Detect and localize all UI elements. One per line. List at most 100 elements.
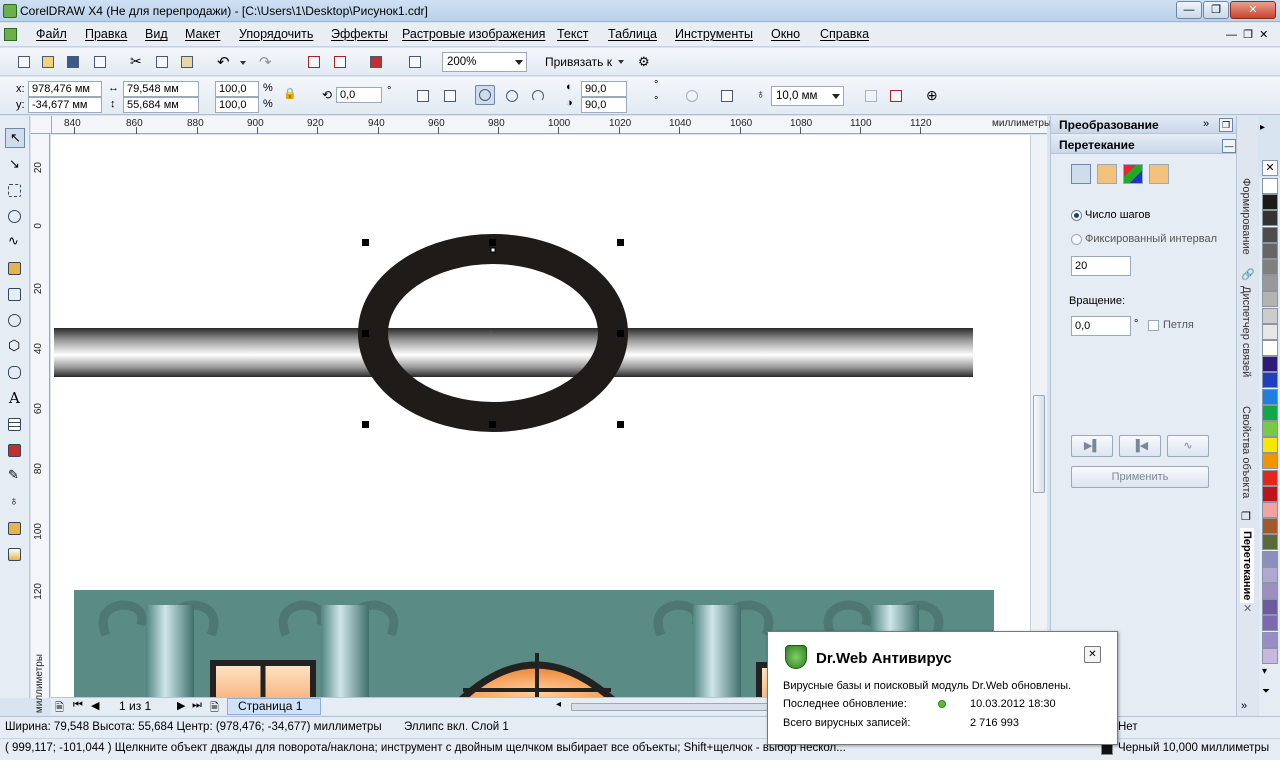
notification-close-button[interactable]: ✕	[1084, 646, 1101, 663]
menu-tools[interactable]: Инструменты	[675, 27, 753, 41]
next-page-icon[interactable]: ▶	[177, 699, 185, 712]
menu-edit[interactable]: Правка	[85, 27, 127, 41]
open-folder-icon[interactable]	[38, 52, 58, 72]
blend-start-button[interactable]: ▶▌	[1071, 435, 1113, 457]
cut-icon[interactable]: ✂	[125, 52, 145, 72]
hscroll-left-icon[interactable]: ◂	[556, 699, 561, 710]
color-swatch[interactable]	[1262, 210, 1278, 227]
gradient-pipe[interactable]	[54, 328, 973, 377]
color-swatch[interactable]	[1262, 178, 1278, 194]
menu-view[interactable]: Вид	[145, 27, 168, 41]
convert-to-curves-icon[interactable]: ⊕	[922, 86, 942, 106]
color-swatch[interactable]	[1262, 647, 1278, 664]
color-swatch[interactable]	[1262, 566, 1278, 583]
menu-window[interactable]: Окно	[771, 27, 800, 41]
crop-tool-icon[interactable]	[5, 181, 25, 201]
shape-tool-icon[interactable]: ↘	[5, 155, 25, 175]
polygon-tool-icon[interactable]: ⬡	[5, 337, 25, 357]
docker-minimize-icon[interactable]: —	[1222, 139, 1236, 153]
scale-x-field[interactable]: 100,0	[215, 81, 259, 97]
color-swatch[interactable]	[1262, 404, 1278, 421]
color-swatch[interactable]	[1262, 534, 1278, 551]
fill-tool-icon[interactable]	[5, 519, 25, 539]
lock-ratio-icon[interactable]: 🔒	[283, 87, 297, 100]
tab-object-properties[interactable]: Свойства объекта	[1240, 406, 1252, 498]
apply-button[interactable]: Применить	[1071, 466, 1209, 488]
color-swatch[interactable]	[1262, 453, 1278, 470]
color-swatch[interactable]	[1262, 518, 1278, 535]
start-angle-field[interactable]: 90,0	[581, 81, 627, 97]
steps-radio[interactable]	[1071, 210, 1082, 221]
close-button[interactable]: ✕	[1230, 1, 1276, 19]
color-swatch[interactable]	[1262, 631, 1278, 648]
color-swatch[interactable]	[1262, 469, 1278, 486]
save-icon[interactable]	[63, 52, 83, 72]
last-page-icon[interactable]: ⏭	[192, 699, 202, 712]
menu-arrange[interactable]: Упорядочить	[239, 27, 313, 41]
blend-end-button[interactable]: ▐◀	[1119, 435, 1161, 457]
docker-restore-icon[interactable]: ❐	[1219, 118, 1233, 132]
mdi-controls[interactable]: — ❐ ✕	[1226, 28, 1268, 41]
palette-scroll-up-icon[interactable]: ▸	[1260, 122, 1265, 133]
expand-icon[interactable]: »	[1203, 118, 1209, 130]
text-tool-icon[interactable]: A	[5, 389, 25, 409]
blend-acceleration-tab-icon[interactable]	[1097, 164, 1117, 184]
table-tool-icon[interactable]	[5, 415, 25, 435]
tab-blend[interactable]: Перетекание	[1240, 528, 1254, 604]
menu-layout[interactable]: Макет	[185, 27, 220, 41]
tab-page-1[interactable]: Страница 1	[227, 698, 321, 715]
menu-effects[interactable]: Эффекты	[331, 27, 388, 41]
zoom-combo[interactable]: 200%	[442, 52, 527, 72]
to-front-icon[interactable]	[861, 86, 881, 106]
color-swatch[interactable]	[1262, 307, 1278, 324]
color-swatch[interactable]	[1262, 388, 1278, 405]
color-swatch[interactable]	[1262, 194, 1278, 211]
outline-width-combo[interactable]: 10,0 мм	[771, 86, 844, 106]
blend-steps-tab-icon[interactable]	[1071, 164, 1091, 184]
menu-file[interactable]: Файл	[36, 27, 67, 41]
loop-checkbox[interactable]	[1148, 320, 1159, 331]
scale-y-field[interactable]: 100,0	[215, 97, 259, 113]
welcome-screen-icon[interactable]	[405, 52, 425, 72]
paste-icon[interactable]	[177, 52, 197, 72]
interactive-fill-icon[interactable]	[5, 545, 25, 565]
tab-shaping[interactable]: Формирование	[1240, 178, 1252, 255]
document-icon[interactable]	[4, 28, 17, 41]
color-swatch[interactable]	[1262, 323, 1278, 340]
docker-blend-header[interactable]: Перетекание	[1051, 136, 1237, 154]
end-angle-field[interactable]: 90,0	[581, 97, 627, 113]
color-swatch[interactable]	[1262, 421, 1278, 437]
export-icon[interactable]	[330, 52, 350, 72]
color-swatch[interactable]	[1262, 242, 1278, 259]
color-swatch[interactable]	[1262, 485, 1278, 502]
basic-shapes-icon[interactable]	[5, 363, 25, 383]
horizontal-scrollbar[interactable]	[571, 703, 771, 711]
ruler-corner[interactable]	[31, 116, 52, 134]
first-page-icon[interactable]: ⏮	[73, 699, 83, 712]
pick-tool-icon[interactable]: ↖	[5, 128, 25, 148]
expand-docker-icon[interactable]: »	[1241, 700, 1247, 712]
blend-color-tab-icon[interactable]	[1123, 164, 1143, 184]
freehand-tool-icon[interactable]: ∿	[5, 233, 25, 253]
color-swatch[interactable]	[1262, 502, 1278, 518]
color-swatch[interactable]	[1262, 437, 1278, 454]
mirror-vertical-icon[interactable]	[440, 86, 460, 106]
minimize-button[interactable]: —	[1176, 1, 1202, 19]
menu-help[interactable]: Справка	[820, 27, 869, 41]
blend-path-button[interactable]: ∿	[1167, 435, 1209, 457]
undo-icon[interactable]: ↶	[213, 52, 233, 72]
menu-text[interactable]: Текст	[557, 27, 588, 41]
application-launcher-icon[interactable]	[366, 52, 386, 72]
blend-misc-tab-icon[interactable]	[1149, 164, 1169, 184]
menu-table[interactable]: Таблица	[608, 27, 657, 41]
vertical-scrollbar[interactable]	[1030, 135, 1047, 697]
rotation-field[interactable]: 0,0	[1071, 316, 1131, 336]
rectangle-tool-icon[interactable]	[5, 285, 25, 305]
print-icon[interactable]	[90, 52, 110, 72]
outline-tool-icon[interactable]: ♁	[5, 493, 25, 513]
ellipse-mode-icon[interactable]	[475, 85, 495, 105]
rotation-field[interactable]: 0,0	[336, 87, 382, 103]
restore-button[interactable]: ❐	[1203, 1, 1229, 19]
color-swatch[interactable]	[1262, 372, 1278, 389]
y-position-field[interactable]: -34,677 мм	[28, 97, 102, 113]
